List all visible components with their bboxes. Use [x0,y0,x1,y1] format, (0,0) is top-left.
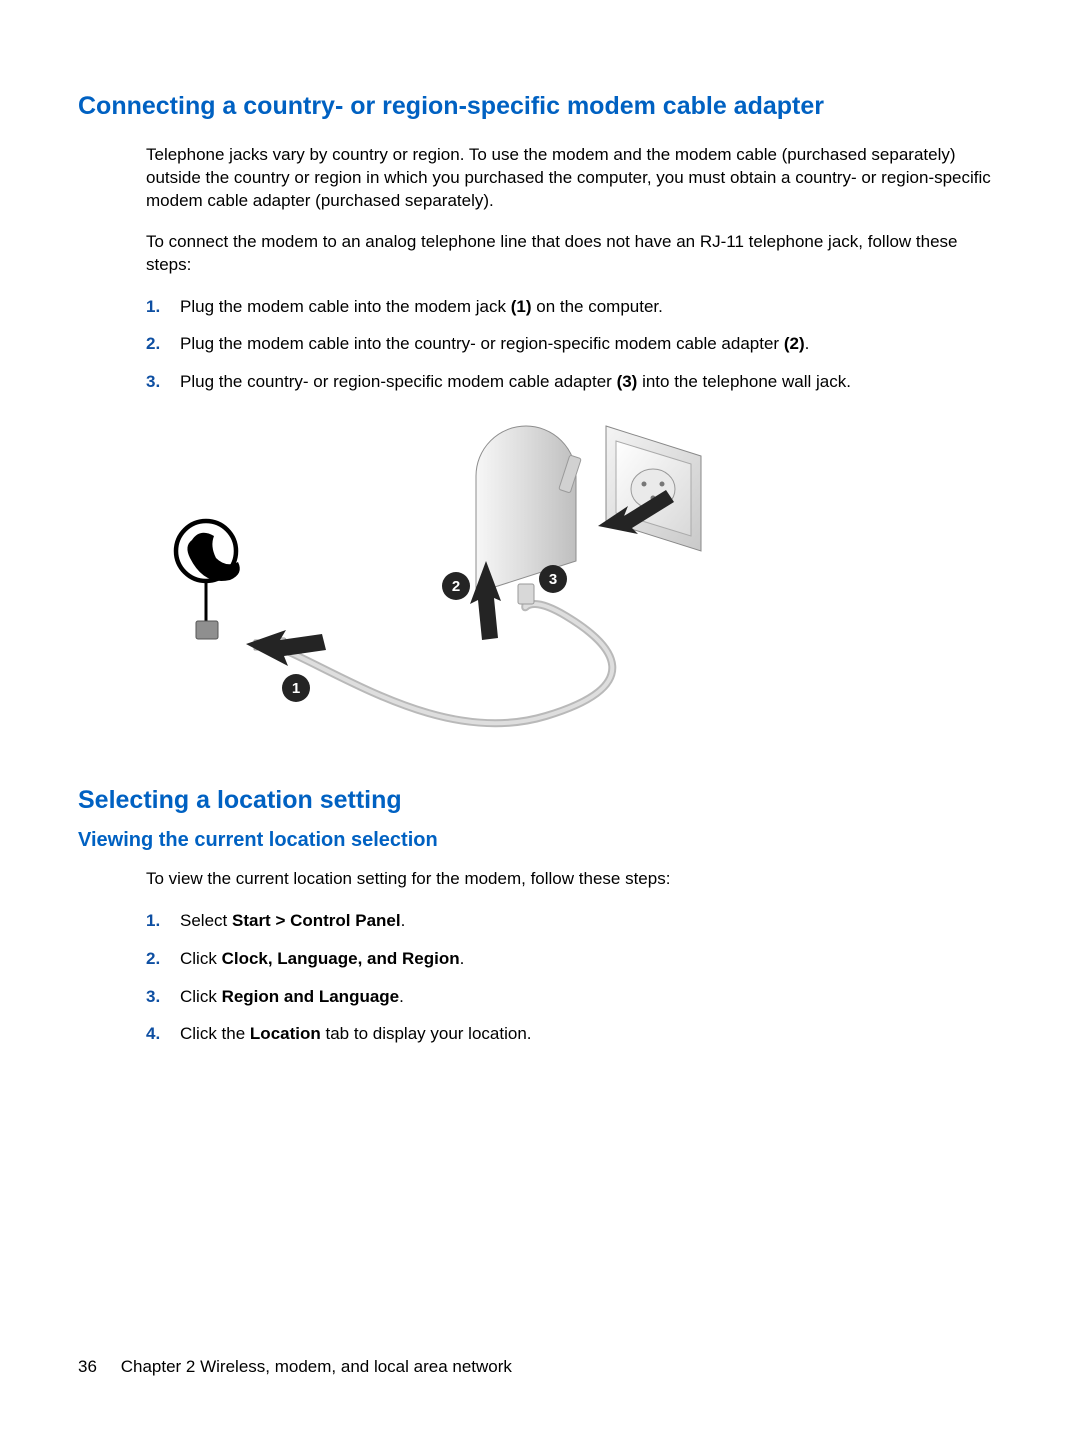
step-item: 1. Select Start > Control Panel. [78,909,1002,933]
modem-adapter-illustration: 3 [146,416,706,756]
step-item: 2. Plug the modem cable into the country… [78,332,1002,356]
step-number: 1. [146,295,160,319]
step-text-bold: (1) [511,297,532,316]
step-text-pre: Plug the modem cable into the country- o… [180,334,784,353]
callout-2-label: 2 [452,578,460,595]
step-number: 2. [146,947,160,971]
step-number: 1. [146,909,160,933]
document-page: Connecting a country- or region-specific… [0,0,1080,1437]
step-text-bold: Location [250,1024,321,1043]
chapter-label: Chapter 2 Wireless, modem, and local are… [121,1357,512,1376]
step-text-pre: Select [180,911,232,930]
heading-viewing-current-location: Viewing the current location selection [78,829,1002,852]
step-text-pre: Plug the country- or region-specific mod… [180,372,617,391]
step-text-bold: (3) [617,372,638,391]
step-text-bold: Clock, Language, and Region [222,949,460,968]
callout-3-label: 3 [549,571,557,588]
modem-cable-icon [254,584,612,723]
steps-connect-adapter: 1. Plug the modem cable into the modem j… [78,295,1002,394]
modem-adapter-icon [476,426,581,593]
heading-selecting-location: Selecting a location setting [78,786,1002,815]
step-item: 2. Click Clock, Language, and Region. [78,947,1002,971]
phone-jack-icon [176,521,240,639]
step-text-post: . [460,949,465,968]
figure-modem-adapter: 3 [78,416,1002,756]
callout-1-label: 1 [292,680,300,697]
step-number: 2. [146,332,160,356]
step-text-post: into the telephone wall jack. [637,372,851,391]
para-connect-steps-intro: To connect the modem to an analog teleph… [78,231,1002,277]
step-text-pre: Plug the modem cable into the modem jack [180,297,511,316]
step-number: 3. [146,370,160,394]
step-text-pre: Click the [180,1024,250,1043]
step-item: 1. Plug the modem cable into the modem j… [78,295,1002,319]
step-item: 4. Click the Location tab to display you… [78,1022,1002,1046]
step-text-pre: Click [180,949,222,968]
steps-view-location: 1. Select Start > Control Panel. 2. Clic… [78,909,1002,1046]
step-number: 3. [146,985,160,1009]
heading-connecting-adapter: Connecting a country- or region-specific… [78,90,1002,122]
step-text-bold: (2) [784,334,805,353]
step-text-bold: Start > Control Panel [232,911,401,930]
step-text-pre: Click [180,987,222,1006]
step-text-post: on the computer. [532,297,663,316]
step-text-post: . [399,987,404,1006]
wall-jack-icon [606,426,701,551]
step-text-bold: Region and Language [222,987,400,1006]
para-view-location-intro: To view the current location setting for… [78,868,1002,891]
step-text-post: . [805,334,810,353]
step-item: 3. Plug the country- or region-specific … [78,370,1002,394]
step-item: 3. Click Region and Language. [78,985,1002,1009]
step-text-post: tab to display your location. [321,1024,532,1043]
step-text-post: . [401,911,406,930]
page-footer: 36 Chapter 2 Wireless, modem, and local … [78,1357,512,1377]
step-number: 4. [146,1022,160,1046]
page-number: 36 [78,1357,116,1377]
para-telephone-jacks: Telephone jacks vary by country or regio… [78,144,1002,213]
